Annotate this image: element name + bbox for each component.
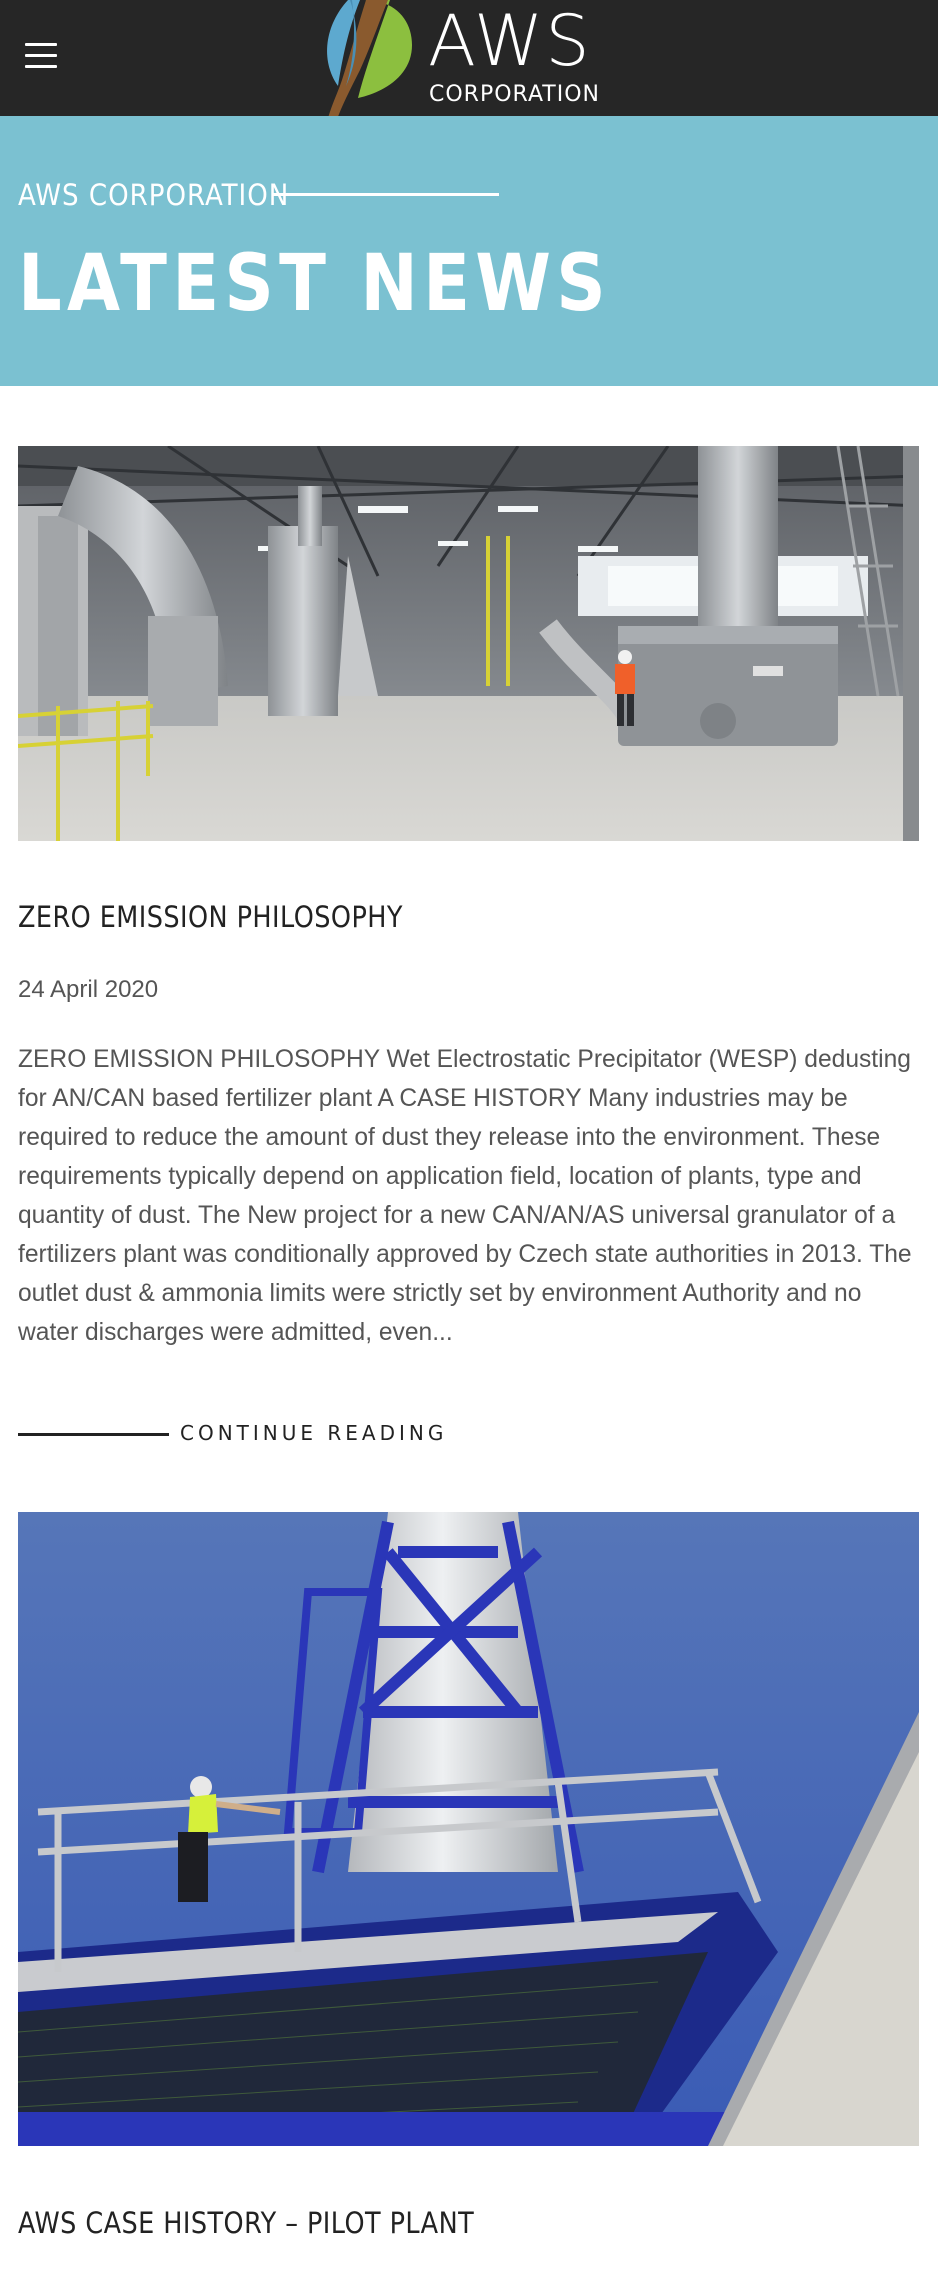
top-bar: AWS CORPORATION [0, 0, 938, 122]
post-image[interactable] [18, 1512, 919, 2146]
logo-subtitle: CORPORATION [429, 82, 600, 107]
logo-wordmark: AWS [428, 0, 592, 82]
hamburger-menu-icon[interactable] [25, 43, 57, 69]
post-date: 24 April 2020 [18, 976, 159, 1003]
continue-rule [18, 1433, 169, 1436]
hero-divider [273, 193, 499, 196]
continue-reading-link[interactable]: CONTINUE READING [18, 1415, 443, 1455]
post-excerpt: ZERO EMISSION PHILOSOPHY Wet Electrostat… [18, 1046, 912, 1346]
page-title: LATEST NEWS [18, 239, 611, 329]
page-hero: AWS CORPORATION LATEST NEWS [0, 116, 938, 386]
post-title[interactable]: ZERO EMISSION PHILOSOPHY [18, 900, 403, 934]
aws-logo[interactable]: AWS CORPORATION [320, 0, 620, 124]
industrial-plant-interior-photo [18, 446, 919, 841]
hero-eyebrow: AWS CORPORATION [18, 178, 290, 212]
leaf-logo-icon [327, 0, 412, 122]
post-title[interactable]: AWS CASE HISTORY – PILOT PLANT [18, 2206, 474, 2240]
post-image[interactable] [18, 446, 919, 841]
continue-reading-label: CONTINUE READING [180, 1421, 448, 1445]
pilot-plant-stack-platform-photo [18, 1512, 919, 2146]
